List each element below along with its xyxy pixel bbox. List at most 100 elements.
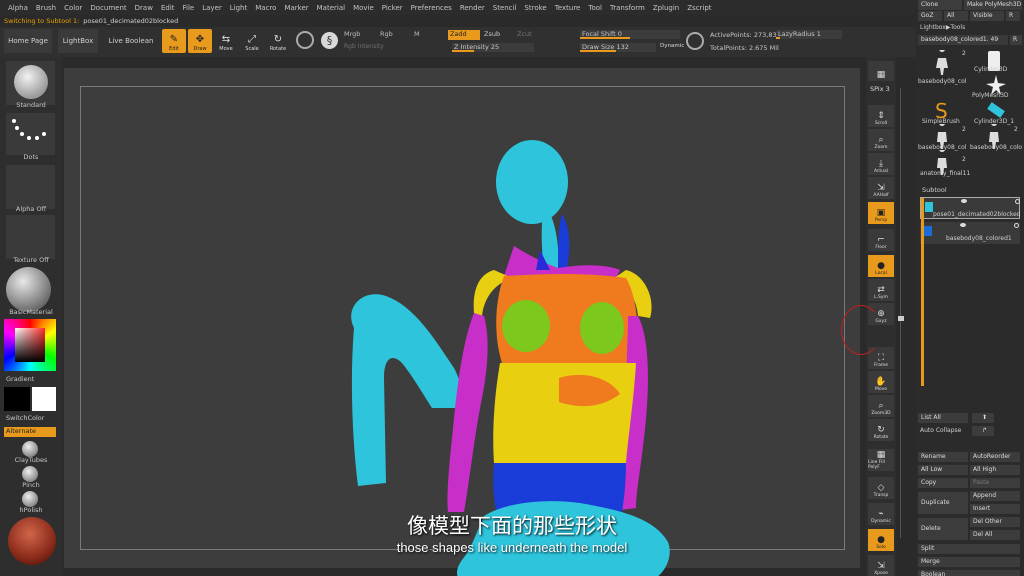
shelf-line-fill-polyf-button[interactable]: ▦ Line Fill PolyF	[868, 449, 894, 471]
home-page-button[interactable]: Home Page	[4, 29, 52, 53]
visibility-icon-2[interactable]	[960, 223, 966, 227]
split-button[interactable]: Split	[918, 544, 1020, 554]
shelf-aahalf-button[interactable]: ⇲ AAHalf	[868, 177, 894, 199]
subtool-scrollbar[interactable]	[921, 198, 924, 386]
shelf-persp-button[interactable]: ▣ Persp	[868, 202, 894, 224]
shelf-transp-button[interactable]: ◇ Transp	[868, 477, 894, 499]
zadd-button[interactable]: Zadd	[448, 30, 480, 40]
r-button[interactable]: R	[1006, 11, 1020, 21]
copy-button[interactable]: Copy	[918, 478, 968, 488]
merge-button[interactable]: Merge	[918, 557, 1020, 567]
menu-stroke[interactable]: Stroke	[520, 4, 550, 12]
duplicate-button[interactable]: Duplicate	[918, 492, 968, 514]
z-intensity-slider[interactable]: Z Intensity 25	[452, 43, 534, 52]
all-button[interactable]: All	[944, 11, 968, 21]
menu-layer[interactable]: Layer	[198, 4, 226, 12]
secondary-color-swatch[interactable]	[32, 387, 56, 411]
rgb-button[interactable]: Rgb	[380, 30, 393, 38]
color-picker[interactable]	[4, 319, 56, 371]
edit-button[interactable]: ✎ Edit	[162, 29, 186, 53]
shelf-scroll-thumb[interactable]	[898, 316, 904, 321]
material-button[interactable]	[6, 267, 51, 312]
shelf-floor-button[interactable]: ⌐ Floor	[868, 229, 894, 251]
lightbox-button[interactable]: LightBox	[58, 29, 98, 53]
scale-button[interactable]: ⤢ Scale	[240, 29, 264, 53]
shelf-dynamic-button[interactable]: ⌁ Dynamic	[868, 503, 894, 525]
menu-file[interactable]: File	[179, 4, 199, 12]
menu-zplugin[interactable]: Zplugin	[649, 4, 683, 12]
standard-brush-button[interactable]	[6, 61, 55, 105]
tool-r-button[interactable]: R	[1010, 35, 1022, 45]
live-boolean-button[interactable]: Live Boolean	[106, 29, 156, 53]
make-polymesh-button[interactable]: Make PolyMesh3D	[964, 0, 1022, 10]
focal-shift-slider[interactable]: Focal Shift 0	[580, 30, 680, 39]
shelf-scrollbar[interactable]	[898, 88, 904, 538]
draw-button[interactable]: ✥ Draw	[188, 29, 212, 53]
shelf-actual-button[interactable]: ⤓ Actual	[868, 153, 894, 175]
insert-button[interactable]: Insert	[970, 504, 1020, 514]
draw-size-slider[interactable]: Draw Size 132	[580, 43, 656, 52]
dynamic-button[interactable]: Dynamic	[660, 43, 684, 49]
menu-stencil[interactable]: Stencil	[489, 4, 521, 12]
visible-button[interactable]: Visible	[970, 11, 1004, 21]
menu-texture[interactable]: Texture	[551, 4, 585, 12]
auto-reorder-button[interactable]: AutoReorder	[970, 452, 1020, 462]
menu-zscript[interactable]: Zscript	[683, 4, 715, 12]
menu-tool[interactable]: Tool	[584, 4, 606, 12]
claytubes-icon[interactable]	[22, 441, 38, 457]
menu-alpha[interactable]: Alpha	[4, 4, 32, 12]
subtool-row-0[interactable]: pose01_decimated02blocked	[920, 197, 1021, 219]
arrow-up-button[interactable]: ⬆	[972, 413, 994, 423]
subtool-row-1[interactable]: basebody08_colored1	[920, 222, 1020, 244]
menu-preferences[interactable]: Preferences	[407, 4, 456, 12]
menu-document[interactable]: Document	[86, 4, 130, 12]
saturation-square[interactable]	[15, 328, 45, 362]
shelf-rotate-button[interactable]: ↻ Rotate	[868, 419, 894, 441]
current-tool-button[interactable]: basebody08_colored1. 49	[918, 35, 1008, 45]
rgb-intensity-slider[interactable]: Rgb Intensity	[344, 43, 384, 50]
menu-light[interactable]: Light	[226, 4, 251, 12]
del-other-button[interactable]: Del Other	[970, 517, 1020, 527]
goz-button[interactable]: GoZ	[918, 11, 942, 21]
shelf-local-button[interactable]: ● Local	[868, 255, 894, 277]
spix-button[interactable]: ▦	[868, 61, 894, 81]
menu-brush[interactable]: Brush	[32, 4, 60, 12]
switch-color-button[interactable]: SwitchColor	[0, 414, 62, 422]
zcut-button[interactable]: Zcut	[517, 30, 532, 38]
shelf-xpose-button[interactable]: ⇲ Xpose	[868, 555, 894, 576]
shelf-scroll-button[interactable]: ⇕ Scroll	[868, 105, 894, 127]
texture-button[interactable]	[6, 215, 55, 259]
shelf-l-sym-button[interactable]: ⇄ L.Sym	[868, 279, 894, 301]
move-button[interactable]: ⇆ Move	[214, 29, 238, 53]
append-button[interactable]: Append	[970, 491, 1020, 501]
menu-movie[interactable]: Movie	[349, 4, 378, 12]
auto-collapse-button[interactable]: Auto Collapse	[920, 427, 961, 434]
rename-button[interactable]: Rename	[918, 452, 968, 462]
paste-button[interactable]: Paste	[970, 478, 1020, 488]
m-button[interactable]: M	[414, 30, 420, 38]
all-high-button[interactable]: All High	[970, 465, 1020, 475]
menu-edit[interactable]: Edit	[157, 4, 179, 12]
lightbox-tools-link[interactable]: Lightbox▶Tools	[920, 24, 965, 31]
shelf-solo-button[interactable]: ● Solo	[868, 529, 894, 551]
figure-thumbnail-icon[interactable]	[930, 50, 954, 76]
list-all-button[interactable]: List All	[918, 413, 968, 423]
menu-picker[interactable]: Picker	[378, 4, 407, 12]
menu-material[interactable]: Material	[313, 4, 349, 12]
eye-icon-2[interactable]	[1014, 223, 1019, 228]
shelf-zoom3d-button[interactable]: ⌕ Zoom3D	[868, 395, 894, 417]
swirl-icon[interactable]: §	[321, 32, 338, 49]
primary-color-swatch[interactable]	[4, 387, 30, 411]
menu-draw[interactable]: Draw	[131, 4, 157, 12]
shelf-move-button[interactable]: ✋ Move	[868, 371, 894, 393]
delete-button[interactable]: Delete	[918, 518, 968, 540]
dots-stroke-button[interactable]	[6, 113, 55, 155]
pinch-icon[interactable]	[22, 466, 38, 482]
mrgb-button[interactable]: Mrgb	[344, 30, 360, 38]
menu-marker[interactable]: Marker	[280, 4, 312, 12]
menu-macro[interactable]: Macro	[251, 4, 280, 12]
arrow-turn-button[interactable]: ↱	[972, 426, 994, 436]
clone-button[interactable]: Clone	[918, 0, 962, 10]
eye-icon[interactable]	[1015, 199, 1020, 204]
menu-transform[interactable]: Transform	[606, 4, 649, 12]
